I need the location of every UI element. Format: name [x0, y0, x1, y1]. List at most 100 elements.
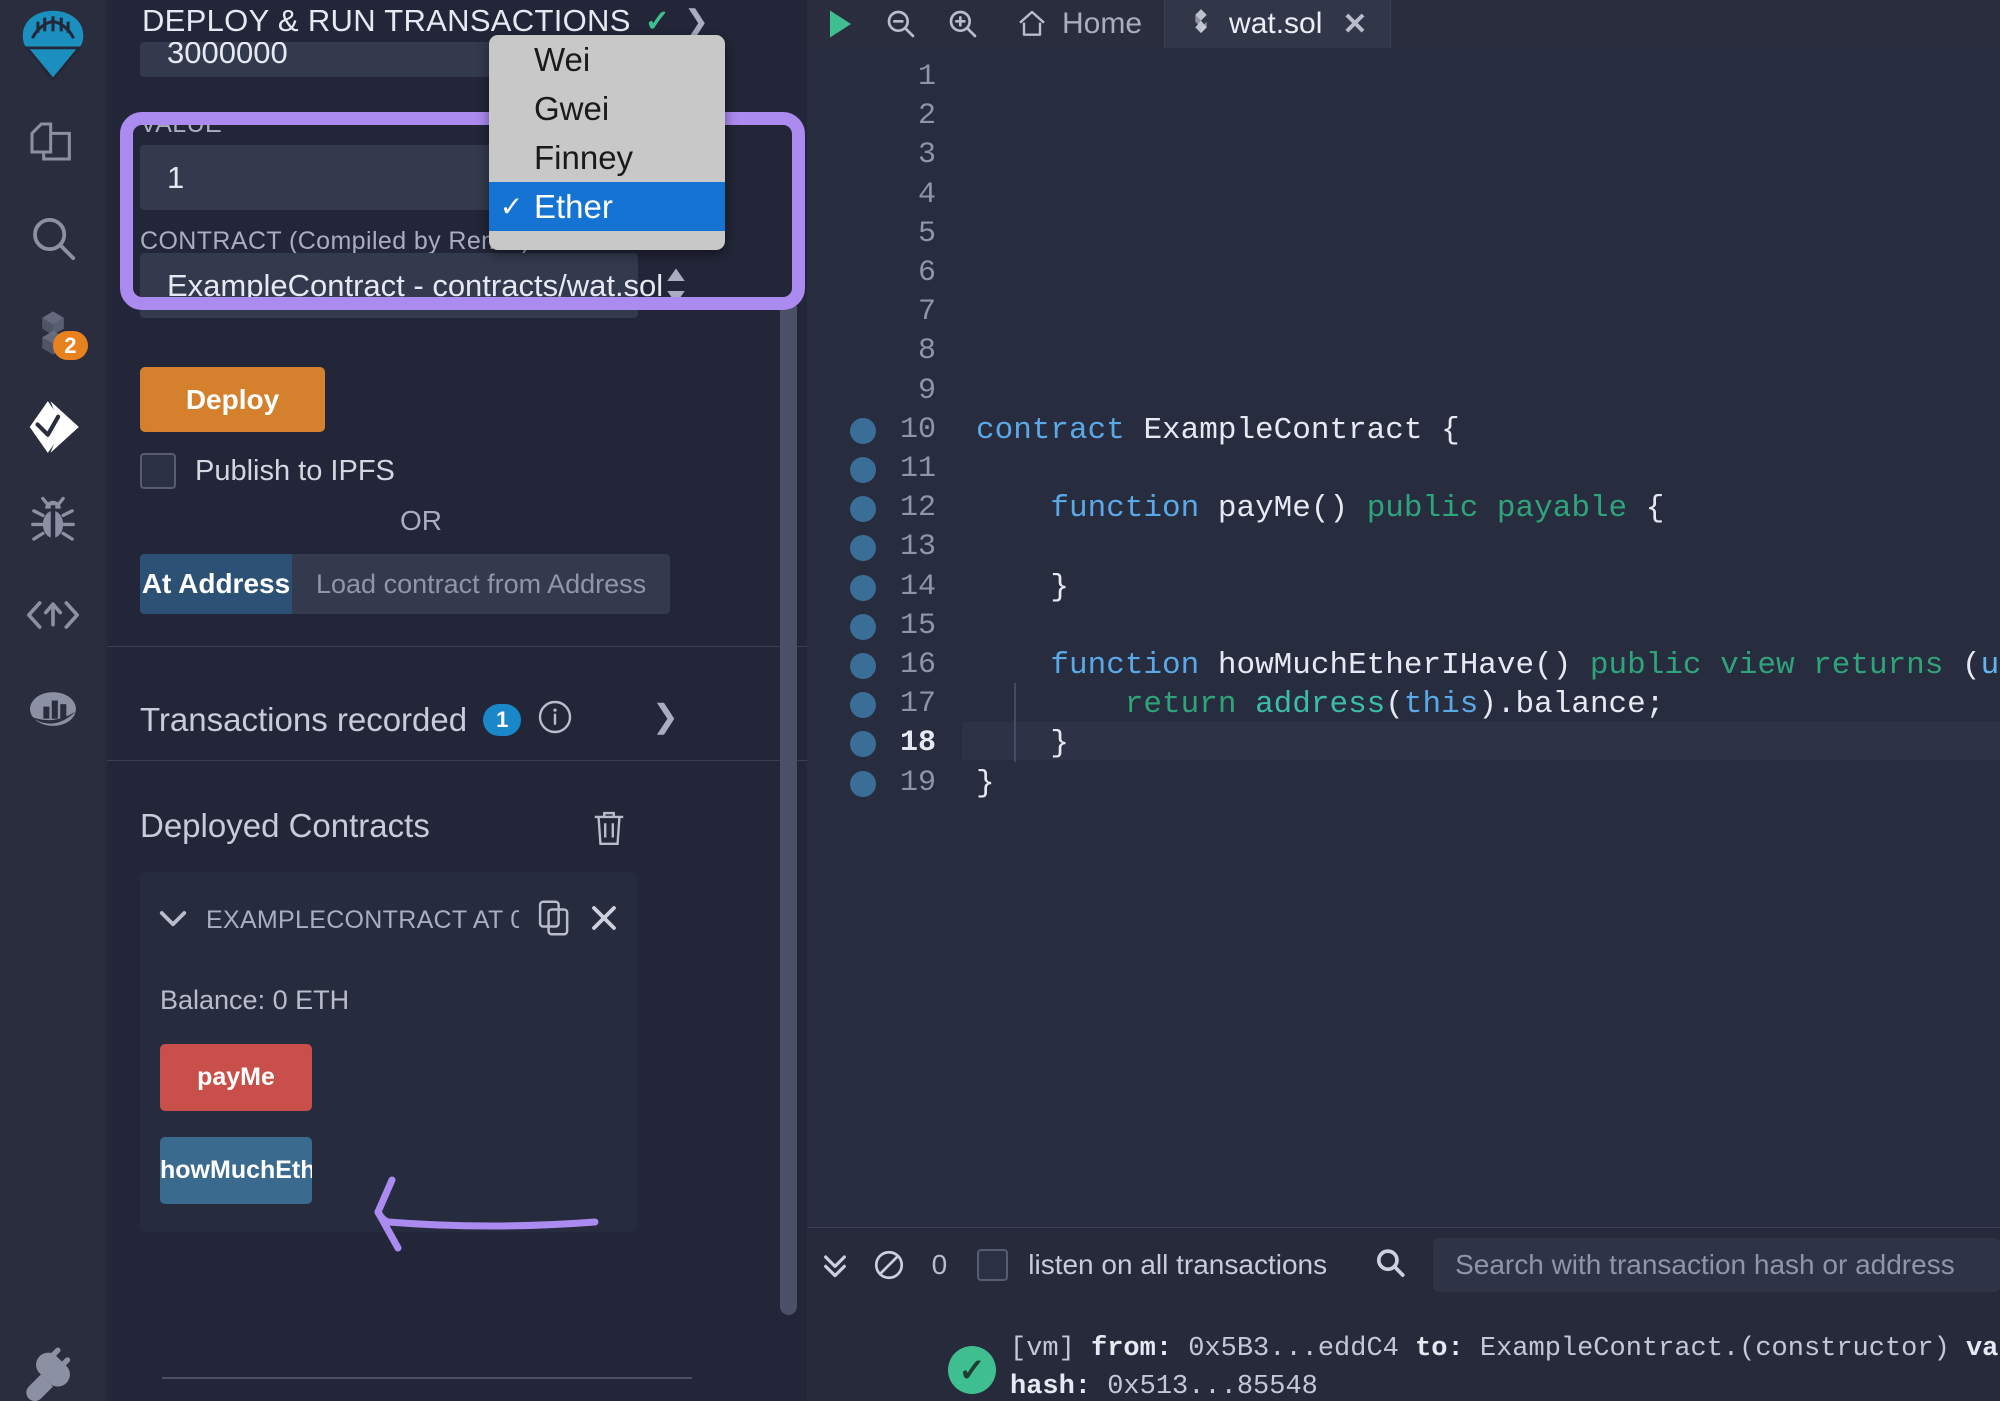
log-from-key: from: — [1091, 1334, 1173, 1364]
log-hash-key: hash: — [1010, 1372, 1092, 1401]
code-token: this — [1403, 687, 1479, 723]
line-number: 16 — [899, 648, 936, 682]
code-token: return — [1124, 687, 1256, 723]
remix-logo-icon[interactable] — [7, 6, 99, 98]
code-editor[interactable]: 1 2 3 4 5 6 7 8 9 10 11 12 13 14 15 16 17 18 19 contract E… — [808, 48, 2000, 1227]
sidebar-item-solidity-compiler[interactable]: 2 — [0, 286, 106, 380]
line-number: 8 — [917, 334, 936, 369]
divider — [107, 760, 807, 761]
run-script-icon[interactable] — [808, 0, 870, 48]
code-line[interactable]: function payMe() public payable { — [976, 491, 1664, 526]
tab-wat-sol[interactable]: wat.sol ✕ — [1164, 0, 1391, 48]
editor-gutter[interactable]: 1 2 3 4 5 6 7 8 9 10 11 12 13 14 15 16 17 18 19 — [808, 48, 962, 1227]
code-token: } — [976, 765, 995, 801]
editor-area: Home wat.sol ✕ 1 2 3 4 5 6 7 8 9 10 11 12 13 14 15 16 17… — [808, 0, 2000, 1401]
trash-icon[interactable] — [590, 807, 628, 854]
sidebar-item-file-explorer[interactable] — [0, 98, 106, 192]
compiler-badge-count: 2 — [53, 330, 88, 360]
line-number: 2 — [917, 99, 936, 134]
dropdown-option-finney[interactable]: Finney — [489, 133, 725, 182]
at-address-row: At Address — [140, 554, 670, 614]
line-number: 15 — [899, 608, 936, 643]
line-number: 18 — [899, 726, 936, 761]
log-value-key: value: — [1965, 1334, 2000, 1364]
deployed-contract-card: EXAMPLECONTRACT AT 0XD91...391 Balance: … — [140, 872, 637, 1232]
chevron-down-icon[interactable] — [158, 907, 188, 934]
dropdown-option-gwei[interactable]: Gwei — [489, 84, 725, 133]
publish-ipfs-checkbox[interactable] — [140, 453, 176, 489]
line-number: 14 — [899, 569, 936, 604]
zoom-out-icon[interactable] — [870, 0, 932, 48]
deployed-contracts-title: Deployed Contracts — [140, 807, 430, 844]
sidebar-item-plugin-manager[interactable] — [0, 1311, 106, 1401]
contract-function-payme-button[interactable]: payMe — [160, 1044, 312, 1111]
close-icon[interactable] — [589, 903, 619, 938]
code-line[interactable]: return address(this).balance; — [976, 687, 1665, 723]
value-unit-dropdown[interactable]: Wei Gwei Finney ✓ Ether — [489, 35, 725, 250]
zoom-in-icon[interactable] — [932, 0, 994, 48]
line-number: 11 — [899, 452, 936, 486]
code-token: ( — [1961, 648, 1981, 683]
tab-home[interactable]: Home — [994, 0, 1164, 48]
sidebar-item-search[interactable] — [0, 192, 106, 286]
code-line[interactable]: } — [976, 726, 1069, 761]
line-number: 4 — [917, 177, 936, 212]
contract-select[interactable]: ExampleContract - contracts/wat.sol — [140, 253, 685, 318]
transactions-recorded-row[interactable]: Transactions recorded 1 — [140, 699, 573, 740]
publish-ipfs-label: Publish to IPFS — [195, 454, 395, 487]
terminal-log-entry[interactable]: [vm] from: 0x5B3...eddC4 to: ExampleCont… — [1010, 1330, 2000, 1401]
listen-all-transactions-label: listen on all transactions — [1028, 1249, 1328, 1280]
dropdown-option-wei[interactable]: Wei — [489, 35, 725, 84]
panel-status-check-icon: ✓ — [644, 4, 670, 38]
or-separator-label: OR — [400, 505, 442, 536]
line-number: 19 — [899, 765, 936, 800]
sidebar-item-static-analysis[interactable] — [0, 568, 106, 662]
chevrons-down-icon[interactable] — [808, 1228, 862, 1302]
value-label: VALUE — [140, 110, 223, 138]
contract-label: CONTRACT (Compiled by Remix) — [140, 227, 530, 255]
dropdown-option-label: Gwei — [534, 89, 610, 127]
terminal-search-input[interactable] — [1433, 1238, 2000, 1292]
dropdown-option-ether[interactable]: ✓ Ether — [489, 182, 725, 231]
deployed-contract-header[interactable]: EXAMPLECONTRACT AT 0XD91...391 — [140, 896, 637, 944]
code-token: } — [976, 726, 1070, 762]
listen-all-transactions-checkbox[interactable] — [977, 1249, 1009, 1281]
code-line[interactable]: } — [976, 570, 1069, 605]
sidebar-item-debugger[interactable] — [0, 474, 106, 568]
close-icon[interactable]: ✕ — [1342, 7, 1367, 42]
sidebar-item-deploy-run[interactable] — [0, 380, 106, 474]
code-token: payMe() — [1217, 491, 1367, 527]
copy-icon[interactable] — [537, 899, 571, 942]
panel-expand-chevron-icon[interactable]: ❯ — [684, 4, 709, 39]
transactions-expand-chevron-icon[interactable]: ❯ — [652, 697, 679, 735]
divider — [162, 1377, 692, 1379]
log-status-success-icon: ✓ — [948, 1346, 996, 1394]
left-icon-bar: 2 — [0, 0, 106, 1401]
line-number: 13 — [899, 530, 936, 565]
code-token: function — [1050, 491, 1218, 527]
contract-function-howmuchether-button[interactable]: howMuchEther — [160, 1137, 312, 1204]
publish-to-ipfs-row[interactable]: Publish to IPFS — [140, 453, 395, 489]
search-icon[interactable] — [1373, 1246, 1407, 1285]
at-address-button[interactable]: At Address — [140, 554, 292, 614]
dropdown-option-label: Finney — [534, 138, 634, 176]
code-line[interactable]: contract ExampleContract { — [976, 413, 1460, 448]
page-title: DEPLOY & RUN TRANSACTIONS — [142, 3, 631, 38]
tab-wat-sol-label: wat.sol — [1229, 7, 1323, 40]
panel-scrollbar[interactable] — [780, 300, 797, 1315]
pending-transactions-count: 0 — [931, 1249, 948, 1280]
at-address-input[interactable] — [292, 554, 670, 614]
terminal-toolbar: 0 listen on all transactions — [808, 1228, 2000, 1302]
deploy-button[interactable]: Deploy — [140, 367, 325, 432]
code-line[interactable]: } — [976, 766, 995, 801]
no-entry-icon[interactable] — [862, 1228, 916, 1302]
code-token: ).balance; — [1478, 687, 1665, 723]
sidebar-item-analytics[interactable] — [0, 662, 106, 756]
info-icon[interactable] — [537, 699, 573, 740]
line-number: 6 — [917, 256, 936, 290]
code-line[interactable]: function howMuchEtherIHave() public view… — [976, 648, 2000, 683]
code-token: uint256 — [1980, 648, 2000, 683]
